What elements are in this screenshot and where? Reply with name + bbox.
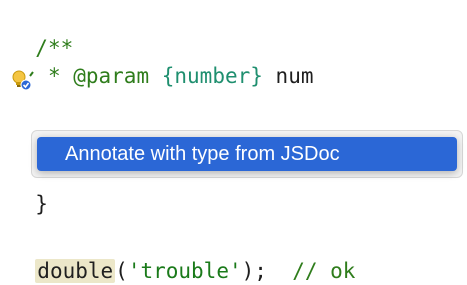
code-line-6: }	[10, 162, 48, 216]
string-trouble: 'trouble'	[127, 259, 242, 283]
comment-ok: // ok	[266, 259, 356, 283]
call-double[interactable]: double	[35, 259, 116, 283]
intention-action-label: Annotate with type from JSDoc	[65, 143, 340, 165]
code-line-4: function double(num) {	[10, 100, 321, 156]
intention-action-annotate-jsdoc[interactable]: Annotate with type from JSDoc	[37, 137, 457, 171]
jsdoc-type: {number}	[161, 64, 263, 88]
call-paren-close: );	[241, 259, 267, 283]
jsdoc-param-tag: @param	[73, 64, 150, 88]
jsdoc-space	[149, 64, 162, 88]
code-line-8: double('trouble'); // ok	[10, 229, 355, 283]
jsdoc-star: *	[35, 64, 74, 88]
closing-brace: }	[35, 192, 48, 216]
code-line-1: /**	[10, 6, 73, 60]
jsdoc-param-name: num	[262, 64, 314, 88]
lightbulb-icon[interactable]	[10, 70, 36, 92]
code-line-2: * @param {number} num	[10, 34, 314, 88]
call-paren-open: (	[115, 259, 128, 283]
